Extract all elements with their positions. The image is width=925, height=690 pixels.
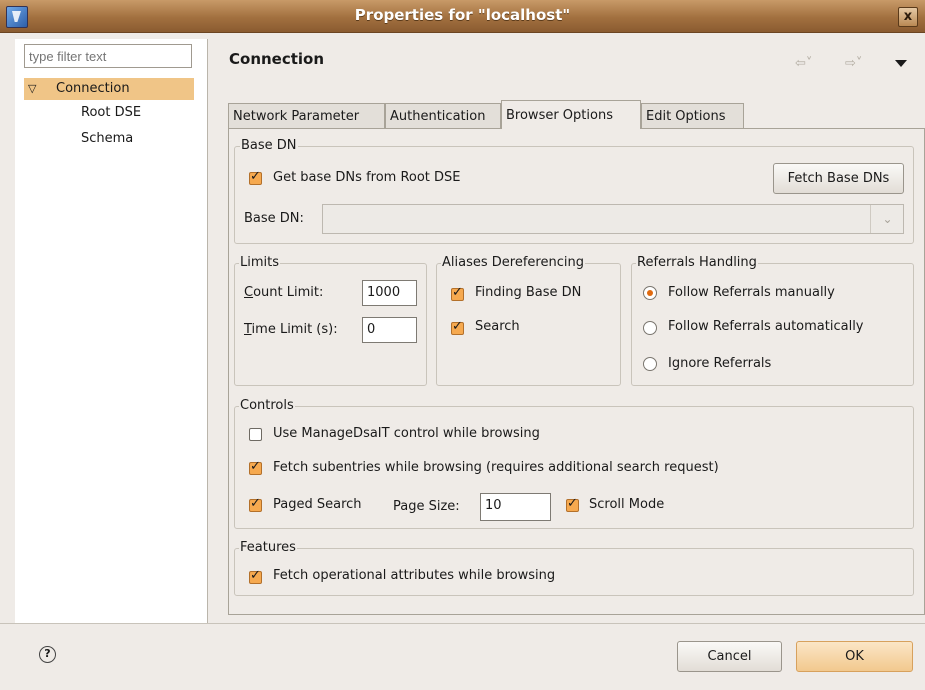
paged-search-checkbox[interactable] <box>249 496 262 512</box>
scroll-mode-label: Scroll Mode <box>589 497 665 512</box>
manage-dsait-label: Use ManageDsaIT control while browsing <box>273 426 540 441</box>
view-menu-icon[interactable] <box>895 60 907 67</box>
alias-search-checkbox[interactable] <box>451 319 464 335</box>
referrals-automatic-label: Follow Referrals automatically <box>668 319 864 334</box>
page-size-label: Page Size: <box>393 499 460 514</box>
tab-browser-options[interactable]: Browser Options <box>501 100 641 129</box>
base-dn-field-label: Base DN: <box>244 211 304 226</box>
fetch-base-dns-button[interactable]: Fetch Base DNs <box>773 163 904 194</box>
chevron-down-icon[interactable]: ⌄ <box>870 205 904 233</box>
count-limit-input[interactable]: 1000 <box>362 280 417 306</box>
close-button[interactable]: x <box>898 7 918 27</box>
referrals-ignore-radio[interactable] <box>643 357 657 371</box>
referrals-manual-radio[interactable] <box>643 286 657 300</box>
tree-item-root-dse[interactable]: Root DSE <box>81 102 141 124</box>
controls-group-label: Controls <box>239 398 295 413</box>
referrals-ignore-label: Ignore Referrals <box>668 356 772 371</box>
expand-triangle-icon[interactable]: ▽ <box>28 78 36 100</box>
page-title: Connection <box>229 50 325 68</box>
fetch-operational-label: Fetch operational attributes while brows… <box>273 568 556 583</box>
title-bar: Properties for "localhost" <box>0 0 925 33</box>
footer-separator <box>0 623 925 624</box>
get-base-dns-checkbox[interactable] <box>249 169 262 185</box>
forward-arrow-icon[interactable]: ⇨˅ <box>845 56 862 71</box>
finding-base-dn-checkbox[interactable] <box>451 285 464 301</box>
features-group-label: Features <box>239 540 297 555</box>
paged-search-label: Paged Search <box>273 497 362 512</box>
help-icon[interactable]: ? <box>39 646 56 663</box>
tab-edit-options[interactable]: Edit Options <box>641 103 744 128</box>
fetch-subentries-label: Fetch subentries while browsing (require… <box>273 460 719 475</box>
limits-group-label: Limits <box>239 255 280 270</box>
tree-item-connection[interactable]: ▽ Connection <box>24 78 194 100</box>
tab-network-parameter[interactable]: Network Parameter <box>228 103 385 128</box>
preference-tree-panel <box>15 39 208 623</box>
base-dn-group-label: Base DN <box>240 138 298 153</box>
alias-search-label: Search <box>475 319 520 334</box>
page-size-input[interactable]: 10 <box>480 493 551 521</box>
time-limit-input[interactable]: 0 <box>362 317 417 343</box>
window-title: Properties for "localhost" <box>354 6 571 24</box>
manage-dsait-checkbox[interactable] <box>249 428 262 441</box>
fetch-operational-checkbox[interactable] <box>249 568 262 584</box>
count-limit-label: Count Limit: <box>244 285 324 300</box>
finding-base-dn-label: Finding Base DN <box>475 285 582 300</box>
referrals-manual-label: Follow Referrals manually <box>668 285 835 300</box>
base-dn-combo[interactable] <box>322 204 904 234</box>
tree-item-schema[interactable]: Schema <box>81 128 133 150</box>
referrals-group-label: Referrals Handling <box>636 255 758 270</box>
ok-button[interactable]: OK <box>796 641 913 672</box>
back-arrow-icon[interactable]: ⇦˅ <box>795 56 812 71</box>
scroll-mode-checkbox[interactable] <box>566 496 579 512</box>
fetch-subentries-checkbox[interactable] <box>249 459 262 475</box>
referrals-automatic-radio[interactable] <box>643 321 657 335</box>
tab-authentication[interactable]: Authentication <box>385 103 501 128</box>
cancel-button[interactable]: Cancel <box>677 641 782 672</box>
time-limit-label: Time Limit (s): <box>244 322 338 337</box>
tree-item-label: Connection <box>56 81 130 96</box>
get-base-dns-label: Get base DNs from Root DSE <box>273 170 461 185</box>
aliases-group-label: Aliases Dereferencing <box>441 255 585 270</box>
app-icon <box>6 6 28 28</box>
filter-input[interactable] <box>24 44 192 68</box>
